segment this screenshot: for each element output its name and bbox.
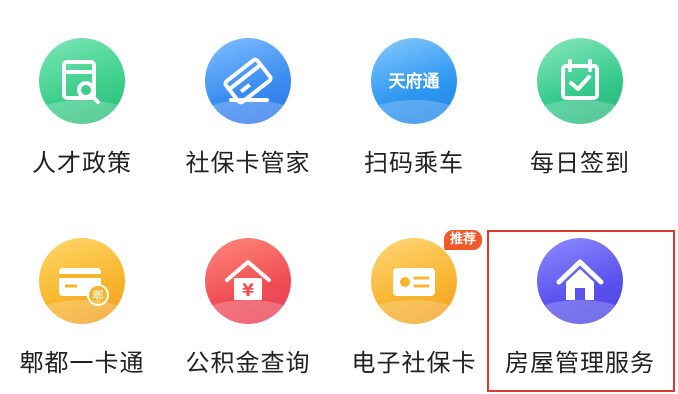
calendar-check-icon <box>537 38 623 124</box>
tile-label: 公积金查询 <box>185 349 311 377</box>
tile-daily-checkin[interactable]: 每日签到 <box>500 0 660 190</box>
pidu-mark: 郫 <box>93 288 104 302</box>
pidu-card-icon: 郫 <box>39 238 125 324</box>
document-search-icon <box>39 38 125 124</box>
tile-social-card-manager[interactable]: 社保卡管家 <box>168 0 328 190</box>
tile-label: 人才政策 <box>32 149 132 177</box>
tile-label: 社保卡管家 <box>185 149 311 177</box>
tile-housing-fund[interactable]: ¥ 公积金查询 <box>168 200 328 390</box>
tile-talent-policy[interactable]: 人才政策 <box>2 0 162 190</box>
tile-label: 郫都一卡通 <box>19 349 145 377</box>
tile-label: 每日签到 <box>530 149 630 177</box>
tile-scan-ride[interactable]: 天府通 扫码乘车 <box>334 0 494 190</box>
tile-label: 扫码乘车 <box>364 149 464 177</box>
housing-fund-icon: ¥ <box>205 238 291 324</box>
card-manager-icon <box>205 38 291 124</box>
e-social-card-icon <box>371 238 457 324</box>
selection-highlight-box <box>487 230 675 392</box>
tianfutong-text: 天府通 <box>389 71 440 92</box>
tile-e-social-card[interactable]: 推荐 电子社保卡 <box>334 200 494 390</box>
yen-mark: ¥ <box>242 281 254 301</box>
tile-pidu-card[interactable]: 郫 郫都一卡通 <box>2 200 162 390</box>
recommend-badge: 推荐 <box>444 230 483 250</box>
tianfutong-icon: 天府通 <box>371 38 457 124</box>
tile-label: 电子社保卡 <box>351 349 477 377</box>
